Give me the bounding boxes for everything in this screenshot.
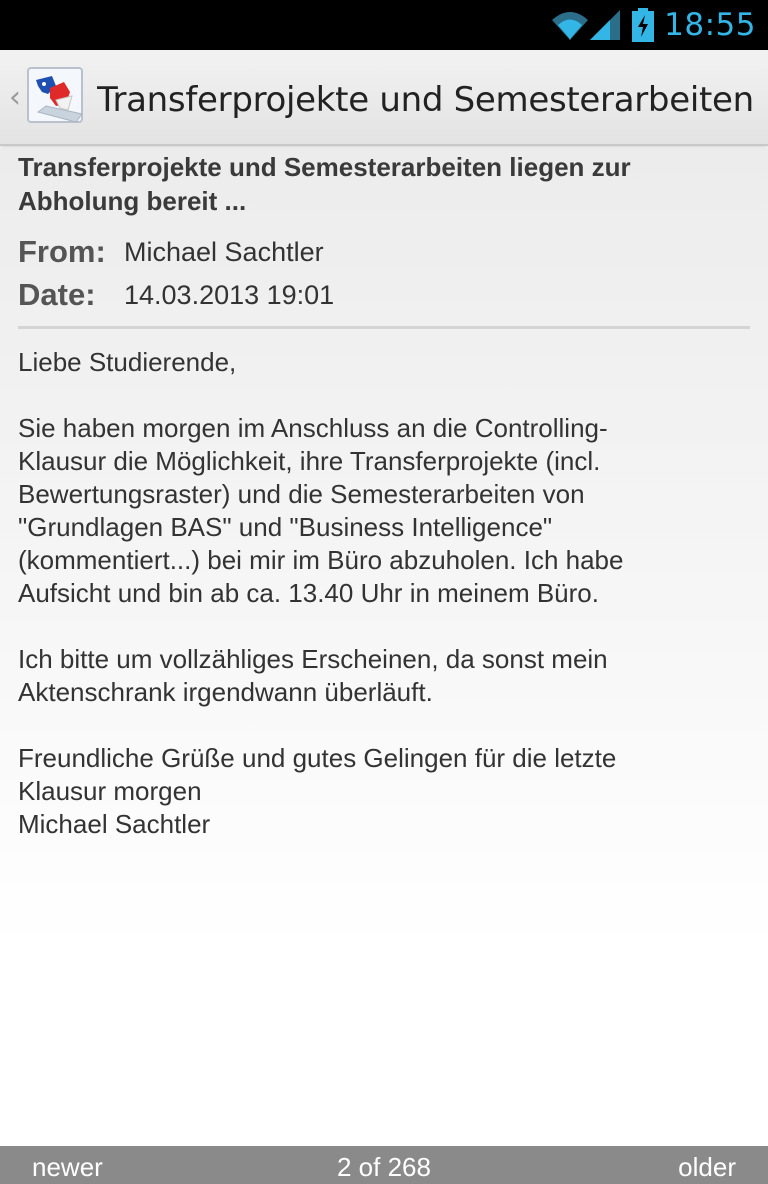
body-line: Aktenschrank irgendwann überläuft. [18, 677, 433, 707]
subject-line: Abholung bereit ... [18, 186, 247, 216]
signal-icon [590, 8, 621, 42]
body-line: Michael Sachtler [18, 809, 211, 839]
wifi-icon [550, 8, 590, 42]
older-button[interactable]: older [678, 1150, 736, 1184]
body-line: Bewertungsraster) und die Semesterarbeit… [18, 479, 585, 509]
body-line: Freundliche Grüße und gutes Gelingen für… [18, 743, 617, 773]
status-bar: 18:55 [0, 0, 768, 50]
from-value: Michael Sachtler [124, 237, 324, 267]
app-logo-icon[interactable] [26, 66, 88, 128]
battery-charging-icon [632, 8, 655, 42]
date-row: Date: 14.03.2013 19:01 [18, 275, 758, 315]
from-label: From: [18, 234, 106, 269]
chevron-left-icon[interactable]: ‹ [6, 80, 24, 116]
body-paragraph: Sie haben morgen im Anschluss an die Con… [18, 412, 758, 610]
subject-line: Transferprojekte und Semesterarbeiten li… [18, 152, 631, 182]
body-line: Ich bitte um vollzähliges Erscheinen, da… [18, 644, 608, 674]
body-line: "Grundlagen BAS" und "Business Intellige… [18, 512, 553, 542]
body-line: Aufsicht und bin ab ca. 13.40 Uhr in mei… [18, 578, 599, 608]
body-line: Klausur morgen [18, 776, 202, 806]
message-position: 2 of 268 [337, 1152, 431, 1182]
status-icons: 18:55 [550, 0, 756, 50]
date-value: 14.03.2013 19:01 [124, 280, 335, 310]
body-line: (kommentiert...) bei mir im Büro abzuhol… [18, 545, 624, 575]
action-bar: ‹ Transferprojekte und Semesterarbeiten… [0, 50, 768, 146]
header-divider [18, 326, 750, 329]
message-body: Liebe Studierende, Sie haben morgen im A… [18, 346, 758, 874]
message-nav-bar: newer 2 of 268 older [0, 1146, 768, 1184]
body-greeting: Liebe Studierende, [18, 346, 758, 379]
body-line: Klausur die Möglichkeit, ihre Transferpr… [18, 446, 601, 476]
message-view: Transferprojekte und Semesterarbeiten li… [0, 148, 768, 1146]
from-row: From: Michael Sachtler [18, 232, 758, 272]
body-line: Liebe Studierende, [18, 347, 237, 377]
body-line: Sie haben morgen im Anschluss an die Con… [18, 413, 608, 443]
date-label: Date: [18, 277, 96, 312]
clock: 18:55 [664, 7, 756, 43]
page-title: Transferprojekte und Semesterarbeiten… [97, 80, 757, 120]
newer-button[interactable]: newer [32, 1150, 103, 1184]
body-closing: Freundliche Grüße und gutes Gelingen für… [18, 742, 758, 841]
body-paragraph: Ich bitte um vollzähliges Erscheinen, da… [18, 643, 758, 709]
message-subject: Transferprojekte und Semesterarbeiten li… [18, 150, 758, 218]
